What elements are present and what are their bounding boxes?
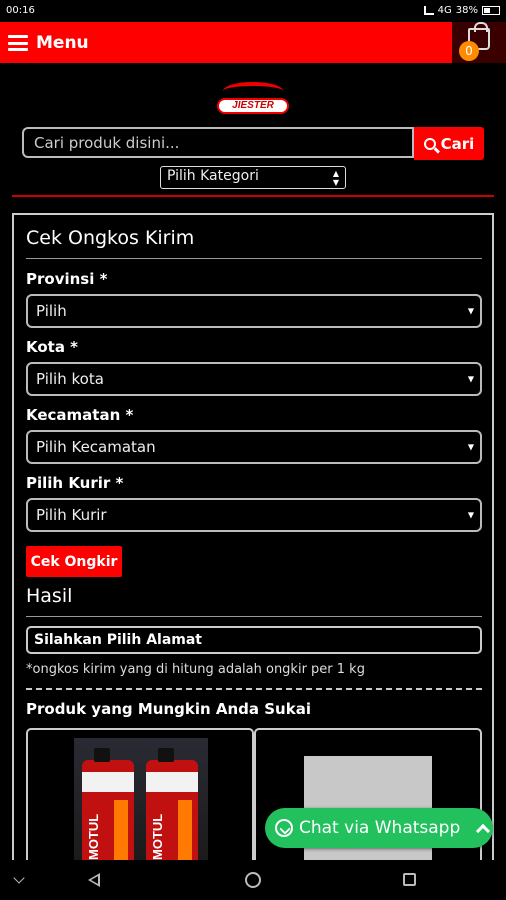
chevron-down-icon: ▲ ▼ bbox=[332, 168, 339, 187]
back-icon[interactable] bbox=[88, 873, 100, 887]
chevron-down-icon: ▼ bbox=[467, 374, 474, 384]
city-select[interactable]: Pilih kota ▼ bbox=[26, 362, 482, 396]
divider bbox=[12, 195, 494, 197]
status-icons: 4G 38% bbox=[423, 5, 500, 16]
result-title: Hasil bbox=[26, 585, 73, 607]
menu-label: Menu bbox=[36, 33, 89, 53]
search-button[interactable]: Cari bbox=[414, 127, 484, 160]
chevron-down-icon: ▼ bbox=[467, 306, 474, 316]
whatsapp-icon bbox=[275, 819, 293, 837]
product-brand-text: MOTUL bbox=[86, 813, 101, 860]
top-navbar: Menu 0 bbox=[0, 22, 506, 63]
chevron-up-icon bbox=[476, 823, 491, 838]
divider bbox=[26, 258, 482, 259]
menu-button[interactable]: Menu bbox=[8, 31, 89, 55]
signal-icon bbox=[423, 6, 434, 15]
search-icon bbox=[423, 137, 436, 150]
check-shipping-button[interactable]: Cek Ongkir bbox=[26, 546, 122, 577]
home-icon[interactable] bbox=[245, 872, 261, 888]
divider bbox=[26, 616, 482, 617]
network-type: 4G bbox=[437, 5, 452, 16]
site-logo[interactable]: JIESTER bbox=[213, 80, 293, 126]
product-brand-text: MOTUL bbox=[150, 813, 165, 860]
courier-label: Pilih Kurir * bbox=[26, 474, 124, 492]
cart-button[interactable]: 0 bbox=[452, 22, 506, 63]
battery-icon bbox=[482, 6, 500, 15]
district-select[interactable]: Pilih Kecamatan ▼ bbox=[26, 430, 482, 464]
category-select-value: Pilih Kategori bbox=[167, 168, 259, 184]
recommendations-title: Produk yang Mungkin Anda Sukai bbox=[26, 700, 311, 718]
courier-select-value: Pilih Kurir bbox=[36, 506, 107, 524]
whatsapp-label: Chat via Whatsapp bbox=[299, 818, 461, 838]
hamburger-icon bbox=[8, 35, 28, 51]
category-select[interactable]: Pilih Kategori ▲ ▼ bbox=[160, 166, 346, 189]
recent-apps-icon[interactable] bbox=[403, 873, 416, 886]
battery-percent: 38% bbox=[455, 5, 478, 16]
city-label: Kota * bbox=[26, 338, 79, 356]
province-select-value: Pilih bbox=[36, 302, 67, 320]
product-image: MOTUL MOTUL bbox=[74, 738, 208, 868]
district-label: Kecamatan * bbox=[26, 406, 134, 424]
chevron-down-icon: ▼ bbox=[467, 442, 474, 452]
shipping-note: *ongkos kirim yang di hitung adalah ongk… bbox=[26, 662, 365, 677]
shipping-title: Cek Ongkos Kirim bbox=[26, 227, 195, 249]
province-select[interactable]: Pilih ▼ bbox=[26, 294, 482, 328]
hide-keyboard-icon[interactable] bbox=[13, 872, 25, 884]
search-input[interactable]: Cari produk disini... bbox=[22, 127, 414, 158]
chevron-down-icon: ▼ bbox=[467, 510, 474, 520]
oil-bottle: MOTUL bbox=[82, 748, 134, 868]
courier-select[interactable]: Pilih Kurir ▼ bbox=[26, 498, 482, 532]
city-select-value: Pilih kota bbox=[36, 370, 104, 388]
status-bar: 00:16 4G 38% bbox=[0, 0, 506, 22]
status-time: 00:16 bbox=[6, 5, 35, 16]
product-card[interactable]: MOTUL MOTUL bbox=[26, 728, 254, 868]
system-nav-bar bbox=[0, 860, 506, 900]
logo-text: JIESTER bbox=[217, 98, 289, 114]
district-select-value: Pilih Kecamatan bbox=[36, 438, 156, 456]
cart-count-badge: 0 bbox=[459, 41, 479, 61]
result-field: Silahkan Pilih Alamat bbox=[26, 626, 482, 654]
oil-bottle: MOTUL bbox=[146, 748, 198, 868]
search-button-label: Cari bbox=[440, 134, 475, 153]
dashed-divider bbox=[26, 688, 482, 690]
whatsapp-chat-button[interactable]: Chat via Whatsapp bbox=[265, 808, 493, 848]
province-label: Provinsi * bbox=[26, 270, 108, 288]
